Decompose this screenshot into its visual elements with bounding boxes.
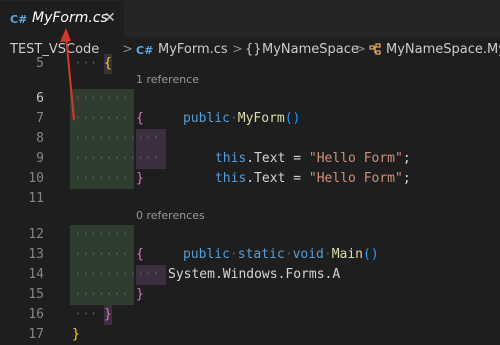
line-number: 11 <box>28 191 44 206</box>
line-number: 17 <box>28 327 44 342</box>
code-text: System.Windows.Forms.A <box>168 267 340 282</box>
whitespace-marker: ··· <box>74 307 98 322</box>
line-number: 5 <box>36 56 44 71</box>
line-number: 7 <box>36 111 44 126</box>
brace: { <box>136 247 144 262</box>
tab-myform[interactable]: C# MyForm.cs ✕ <box>0 0 124 39</box>
brace: } <box>136 287 144 302</box>
line-number: 12 <box>28 227 44 242</box>
code-editor[interactable]: 5 ··· { 1 reference 6 ······· public·MyF… <box>0 54 500 342</box>
line-number: 6 <box>36 91 44 106</box>
whitespace-marker: ··········· <box>74 151 161 166</box>
csharp-file-icon: C# <box>10 13 28 26</box>
brace: } <box>104 305 112 325</box>
brace: } <box>72 327 80 342</box>
whitespace-marker: ··········· <box>74 131 161 146</box>
code-line: 5 ··· { <box>0 54 500 74</box>
whitespace-marker: ··· <box>74 56 98 71</box>
line-number: 10 <box>28 171 44 186</box>
line-number: 13 <box>28 247 44 262</box>
code-line: 16 ··· } <box>0 305 500 325</box>
brace: { <box>136 111 144 126</box>
line-number: 14 <box>28 267 44 282</box>
line-number: 9 <box>36 151 44 166</box>
code-line: 13 ······· { <box>0 245 500 265</box>
code-line: 14 ··········· System.Windows.Forms.A <box>0 265 500 285</box>
whitespace-marker: ··········· <box>74 267 161 282</box>
codelens-references[interactable]: 0 references <box>136 208 205 224</box>
code-line: 10 ······· } <box>0 169 500 189</box>
whitespace-marker: ······· <box>74 171 129 186</box>
code-line: 8 ··········· this.Text = "Hello Form"; <box>0 129 500 166</box>
whitespace-marker: ······· <box>74 247 129 262</box>
codelens-references[interactable]: 1 reference <box>136 72 199 88</box>
code-line: 6 ······· public·MyForm() <box>0 89 500 126</box>
line-number: 16 <box>28 307 44 322</box>
code-line: 15 ······· } <box>0 285 500 305</box>
code-line: 7 ······· { <box>0 109 500 129</box>
tab-bar: C# MyForm.cs ✕ <box>0 0 500 39</box>
code-line: 12 ······· public·static·void·Main() <box>0 225 500 262</box>
close-icon[interactable]: ✕ <box>104 10 116 26</box>
whitespace-marker: ······· <box>74 287 129 302</box>
code-line: 11 <box>0 189 500 209</box>
code-line: 17 } <box>0 325 500 345</box>
line-number: 8 <box>36 131 44 146</box>
brace: { <box>104 54 112 74</box>
brace: } <box>136 171 144 186</box>
code-line: 9 ··········· this.Text = "Hello Form"; <box>0 149 500 186</box>
tab-title: MyForm.cs <box>32 10 108 26</box>
whitespace-marker: ······· <box>74 111 129 126</box>
line-number: 15 <box>28 287 44 302</box>
whitespace-marker: ······· <box>74 91 129 106</box>
whitespace-marker: ······· <box>74 227 129 242</box>
